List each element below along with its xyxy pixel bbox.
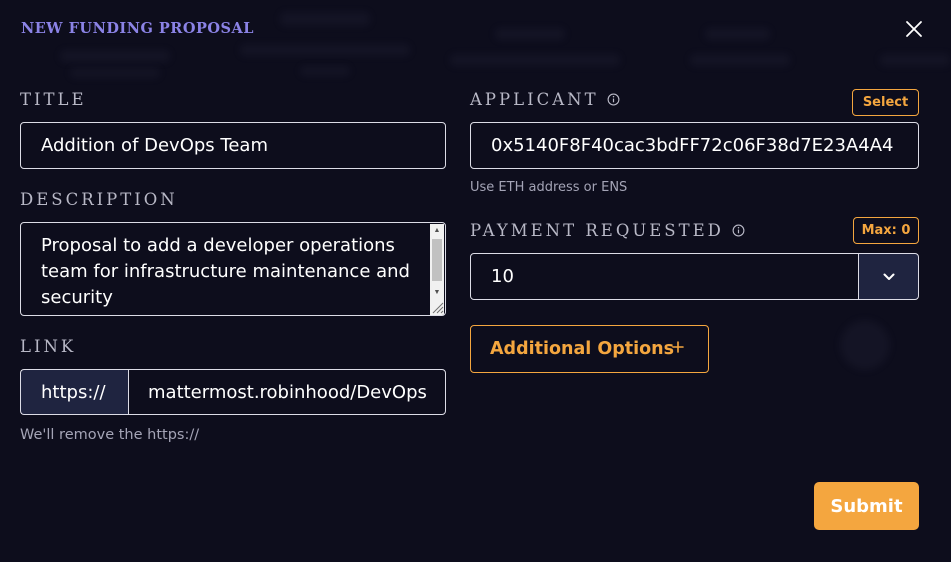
applicant-label-text: APPLICANT bbox=[470, 90, 599, 109]
submit-button[interactable]: Submit bbox=[814, 482, 919, 530]
background-ghost bbox=[690, 54, 790, 66]
applicant-label: APPLICANT bbox=[470, 90, 620, 109]
link-label: LINK bbox=[20, 337, 77, 356]
close-icon bbox=[906, 21, 922, 37]
applicant-input-value: 0x5140F8F40cac3bdFF72c06F38d7E23A4A4 bbox=[491, 135, 894, 156]
modal-title: NEW FUNDING PROPOSAL bbox=[21, 20, 254, 37]
background-ghost bbox=[280, 12, 370, 26]
funding-proposal-modal: NEW FUNDING PROPOSAL TITLE Addition of D… bbox=[0, 0, 951, 562]
info-icon[interactable] bbox=[732, 224, 745, 237]
scroll-thumb[interactable] bbox=[432, 239, 442, 281]
background-ghost bbox=[300, 66, 350, 76]
link-prefix: https:// bbox=[20, 369, 128, 415]
select-applicant-button[interactable]: Select bbox=[852, 89, 919, 116]
payment-label-text: PAYMENT REQUESTED bbox=[470, 221, 724, 240]
background-ghost bbox=[880, 54, 950, 66]
background-ghost bbox=[840, 320, 890, 370]
token-select-button[interactable] bbox=[858, 253, 919, 300]
description-text: Proposal to add a developer operations t… bbox=[41, 235, 410, 308]
link-input[interactable]: mattermost.robinhood/DevOps bbox=[128, 369, 446, 415]
scroll-down-arrow-icon[interactable]: ▼ bbox=[430, 286, 444, 300]
background-ghost bbox=[70, 68, 160, 78]
background-ghost bbox=[450, 54, 620, 66]
background-ghost bbox=[60, 50, 170, 62]
chevron-down-icon bbox=[883, 273, 894, 280]
applicant-helper-text: Use ETH address or ENS bbox=[470, 180, 628, 195]
additional-options-button[interactable]: Additional Options bbox=[470, 325, 709, 373]
title-input-value: Addition of DevOps Team bbox=[41, 135, 268, 156]
description-label: DESCRIPTION bbox=[20, 190, 178, 209]
background-ghost bbox=[495, 28, 565, 40]
link-input-value: mattermost.robinhood/DevOps bbox=[148, 381, 427, 403]
payment-amount-value: 10 bbox=[491, 266, 514, 287]
scroll-up-arrow-icon[interactable]: ▲ bbox=[430, 224, 444, 238]
payment-label: PAYMENT REQUESTED bbox=[470, 221, 745, 240]
link-helper-text: We'll remove the https:// bbox=[20, 427, 200, 443]
background-ghost bbox=[240, 44, 410, 56]
resize-grip-icon[interactable] bbox=[430, 300, 444, 314]
close-button[interactable] bbox=[902, 17, 926, 41]
payment-amount-input[interactable]: 10 bbox=[470, 253, 859, 300]
background-ghost bbox=[705, 28, 770, 40]
additional-options-label: Additional Options bbox=[490, 339, 675, 359]
applicant-input[interactable]: 0x5140F8F40cac3bdFF72c06F38d7E23A4A4 bbox=[470, 122, 919, 169]
title-label: TITLE bbox=[20, 90, 87, 109]
max-payment-button[interactable]: Max: 0 bbox=[853, 217, 919, 244]
title-input[interactable]: Addition of DevOps Team bbox=[20, 122, 446, 169]
description-textarea[interactable]: Proposal to add a developer operations t… bbox=[20, 222, 446, 316]
plus-icon bbox=[672, 341, 684, 353]
info-icon[interactable] bbox=[607, 93, 620, 106]
